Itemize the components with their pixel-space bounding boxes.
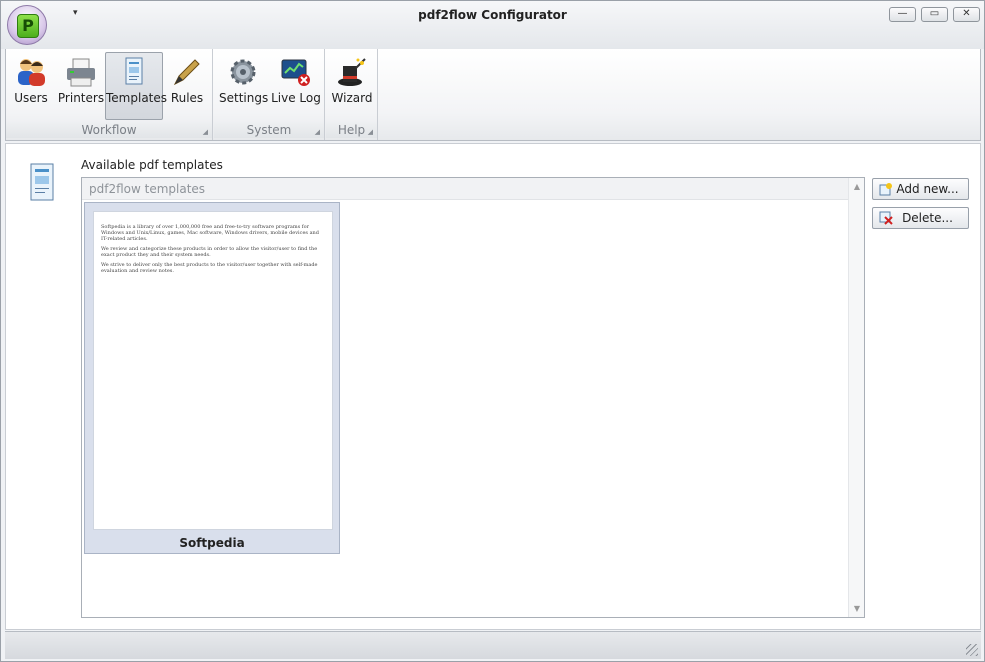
template-tile[interactable]: Softpedia is a library of over 1,000,000… xyxy=(84,202,340,554)
ribbon-button-rules[interactable]: Rules xyxy=(166,52,208,120)
monitor-icon xyxy=(281,59,310,86)
scroll-up-icon[interactable]: ▲ xyxy=(849,182,865,191)
ribbon-label-wizard: Wizard xyxy=(331,91,373,105)
add-new-button[interactable]: Add new... xyxy=(872,178,969,200)
gear-icon xyxy=(230,59,256,85)
ribbon-button-users[interactable]: Users xyxy=(9,52,53,120)
ribbon-label-templates: Templates xyxy=(106,91,168,105)
window-title: pdf2flow Configurator xyxy=(418,8,567,22)
preview-paragraph: Softpedia is a library of over 1,000,000… xyxy=(101,224,319,242)
title-bar: P ▾ pdf2flow Configurator — ▭ ✕ xyxy=(1,1,984,49)
app-window: P ▾ pdf2flow Configurator — ▭ ✕ Users Pr… xyxy=(0,0,985,662)
delete-button[interactable]: Delete... xyxy=(872,207,969,229)
ribbon-button-settings[interactable]: Settings xyxy=(218,52,268,120)
printer-icon xyxy=(67,58,95,87)
ribbon-button-templates[interactable]: Templates xyxy=(105,52,168,120)
templates-icon xyxy=(125,57,143,85)
ribbon-label-rules: Rules xyxy=(170,91,204,105)
group-launcher-icon[interactable]: ◢ xyxy=(315,128,320,136)
delete-label: Delete... xyxy=(902,211,953,225)
status-bar xyxy=(5,631,981,659)
vertical-scrollbar[interactable]: ▲ ▼ xyxy=(848,178,864,617)
templates-page-icon xyxy=(30,163,54,201)
templates-list-header: pdf2flow templates xyxy=(82,178,848,200)
ribbon-label-users: Users xyxy=(14,91,48,105)
users-icon xyxy=(18,59,45,86)
add-new-label: Add new... xyxy=(896,182,959,196)
ribbon-label-printers: Printers xyxy=(57,91,105,105)
templates-list[interactable]: pdf2flow templates ▲ ▼ Softpedia is a li… xyxy=(81,177,865,618)
scroll-down-icon[interactable]: ▼ xyxy=(849,604,865,613)
preview-paragraph: We review and categorize these products … xyxy=(101,246,318,258)
ribbon-group-label-workflow: Workflow xyxy=(6,122,212,138)
minimize-button[interactable]: — xyxy=(889,7,916,22)
ribbon: Users Printers Templates Rules Workflow … xyxy=(5,49,981,141)
magic-hat-icon xyxy=(338,58,366,86)
ribbon-group-help: Wizard Help ◢ xyxy=(326,49,378,140)
template-name: Softpedia xyxy=(179,536,245,550)
main-content: Available pdf templates pdf2flow templat… xyxy=(5,143,981,630)
preview-paragraph: We strive to deliver only the best produ… xyxy=(101,262,318,274)
ribbon-label-live-log: Live Log xyxy=(271,91,321,105)
ribbon-group-system: Settings Live Log System ◢ xyxy=(214,49,325,140)
ribbon-button-wizard[interactable]: Wizard xyxy=(329,52,375,120)
available-templates-label: Available pdf templates xyxy=(81,158,223,172)
pen-icon xyxy=(173,59,200,86)
ribbon-group-label-system: System xyxy=(214,122,324,138)
group-launcher-icon[interactable]: ◢ xyxy=(368,128,373,136)
template-preview: Softpedia is a library of over 1,000,000… xyxy=(93,211,333,530)
ribbon-group-workflow: Users Printers Templates Rules Workflow … xyxy=(6,49,213,140)
ribbon-button-live-log[interactable]: Live Log xyxy=(270,52,322,120)
close-button[interactable]: ✕ xyxy=(953,7,980,22)
ribbon-label-settings: Settings xyxy=(219,91,269,105)
resize-grip-icon[interactable] xyxy=(966,644,978,656)
group-launcher-icon[interactable]: ◢ xyxy=(203,128,208,136)
maximize-button[interactable]: ▭ xyxy=(921,7,948,22)
ribbon-button-printers[interactable]: Printers xyxy=(55,52,107,120)
